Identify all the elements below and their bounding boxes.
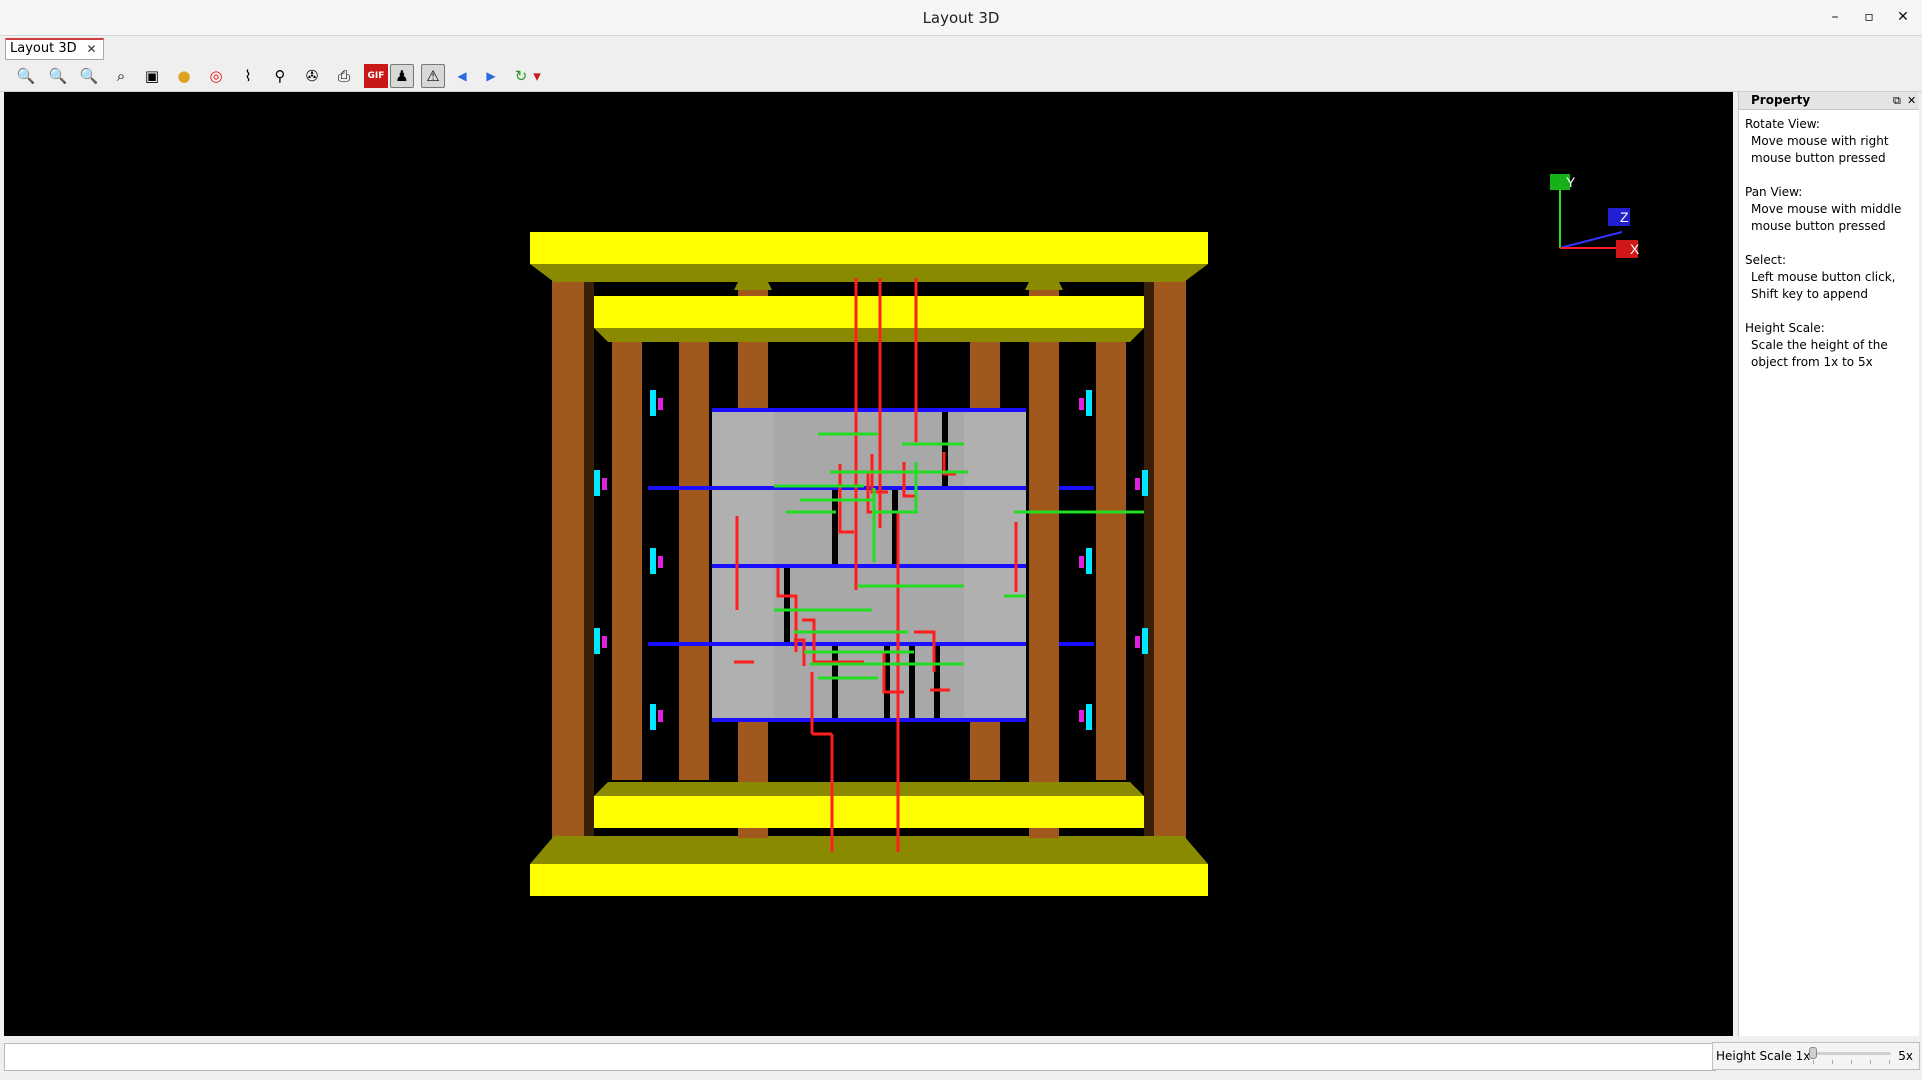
sphere-icon[interactable]: ●: [172, 64, 196, 88]
z-axis-label: Z: [1620, 209, 1629, 225]
height-scale-control: Height Scale 1x 5x: [1712, 1042, 1920, 1070]
property-panel-title: Property: [1751, 93, 1811, 107]
title-bar: Layout 3D – ▫ ✕: [0, 0, 1922, 36]
inner-top-rail-bevel: [594, 328, 1144, 342]
inner-bottom-rail: [594, 796, 1144, 828]
height-scale-max: 5x: [1898, 1049, 1913, 1063]
binoculars-icon[interactable]: ⌕: [109, 64, 133, 88]
probe-icon[interactable]: ⚲: [268, 64, 292, 88]
outer-bottom-rail-bevel: [530, 836, 1208, 864]
print-icon[interactable]: ⎙: [332, 64, 356, 88]
command-input[interactable]: [4, 1043, 1716, 1071]
height-scale-track[interactable]: [1813, 1052, 1891, 1055]
next-arrow-icon[interactable]: ▶: [479, 64, 503, 88]
inner-post-5: [1029, 282, 1059, 838]
3d-viewport[interactable]: Y Z X: [4, 92, 1733, 1036]
dropdown-arrow-icon[interactable]: ▾: [531, 64, 543, 88]
maximize-button[interactable]: ▫: [1860, 8, 1878, 26]
height-scale-slider[interactable]: [1809, 1047, 1817, 1059]
outer-post-right: [1154, 272, 1186, 840]
outer-top-rail: [530, 232, 1208, 264]
property-panel: Property ⧉ ✕ Rotate View: Move mouse wit…: [1738, 92, 1919, 1036]
axis-gizmo: Y Z X: [1550, 174, 1640, 258]
tab-bar: Layout 3D ✕: [0, 36, 1922, 60]
undock-icon[interactable]: ⧉: [1893, 92, 1901, 109]
y-axis-label: Y: [1566, 174, 1576, 190]
minimize-button[interactable]: –: [1826, 8, 1844, 26]
property-panel-header: Property ⧉ ✕: [1739, 92, 1919, 110]
view-options-icon[interactable]: ↻: [509, 64, 533, 88]
inner-bottom-rail-bevel: [594, 782, 1144, 796]
gif-export-icon[interactable]: GIF: [364, 64, 388, 88]
tab-close-icon[interactable]: ✕: [87, 40, 97, 58]
help-select: Select: Left mouse button click, Shift k…: [1745, 253, 1896, 301]
window-title: Layout 3D: [922, 9, 1000, 27]
tab-label: Layout 3D: [10, 41, 77, 56]
help-height-scale: Height Scale: Scale the height of the ob…: [1745, 321, 1888, 369]
zoom-out-icon[interactable]: 🔍: [46, 64, 70, 88]
layout-3d-scene[interactable]: Y Z X: [4, 92, 1733, 1036]
toolbar: 🔍 🔍 🔍 ⌕ ▣ ● ◎ ⌇ ⚲ ✇ ⎙ GIF ♟ ⚠ ◀ ▶ ↻ ▾: [0, 61, 1922, 92]
warning-icon[interactable]: ⚠: [421, 64, 445, 88]
help-rotate-view: Rotate View: Move mouse with right mouse…: [1745, 117, 1889, 165]
close-panel-icon[interactable]: ✕: [1907, 92, 1916, 109]
target-icon[interactable]: ◎: [204, 64, 228, 88]
route-icon[interactable]: ⌇: [236, 64, 260, 88]
close-window-button[interactable]: ✕: [1894, 8, 1912, 26]
inner-top-rail: [594, 296, 1144, 328]
film-reel-icon[interactable]: ✇: [300, 64, 324, 88]
property-help: Rotate View: Move mouse with right mouse…: [1745, 116, 1917, 388]
zoom-fit-icon[interactable]: 🔍: [77, 64, 101, 88]
inner-post-1: [612, 340, 642, 780]
height-scale-ticks: [1813, 1060, 1893, 1064]
height-scale-label: Height Scale 1x: [1716, 1049, 1811, 1063]
person-icon[interactable]: ♟: [390, 64, 414, 88]
previous-arrow-icon[interactable]: ◀: [450, 64, 474, 88]
tab-layout-3d[interactable]: Layout 3D ✕: [5, 38, 104, 60]
zoom-area-icon[interactable]: ▣: [140, 64, 164, 88]
outer-top-rail-bevel: [530, 264, 1208, 282]
help-pan-view: Pan View: Move mouse with middle mouse b…: [1745, 185, 1902, 233]
zoom-in-icon[interactable]: 🔍: [14, 64, 38, 88]
x-axis-label: X: [1630, 241, 1640, 257]
inner-post-2: [679, 340, 709, 780]
status-bar: Height Scale 1x 5x: [0, 1040, 1922, 1080]
outer-bottom-rail: [530, 864, 1208, 896]
outer-post-left: [552, 272, 584, 840]
inner-post-6: [1096, 340, 1126, 780]
